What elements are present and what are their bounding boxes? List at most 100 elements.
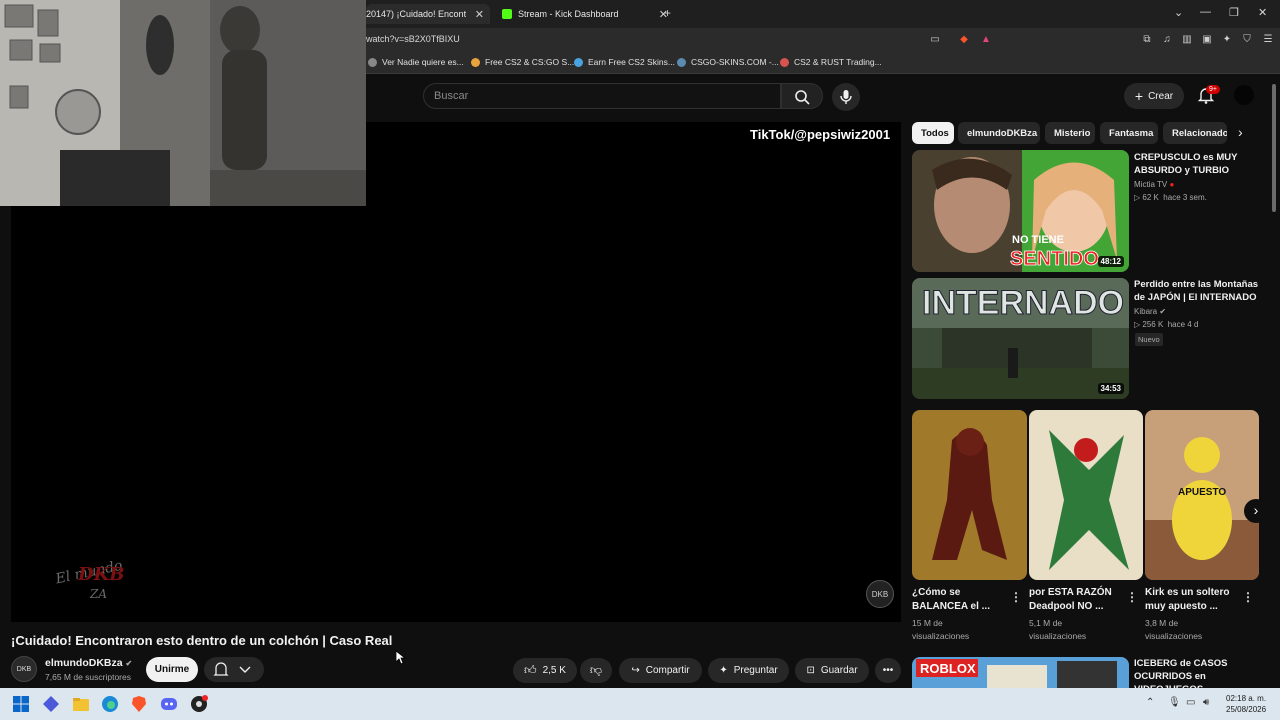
channel-text: Kibara — [1134, 307, 1158, 316]
join-button[interactable]: Unirme — [146, 657, 198, 682]
app-icon[interactable] — [42, 695, 60, 713]
chip-misterio[interactable]: Misterio — [1045, 122, 1095, 144]
bookmark-item[interactable]: CS2 & RUST Trading... — [780, 57, 882, 67]
scrollbar-thumb[interactable] — [1272, 84, 1276, 212]
age-text: hace 3 sem. — [1163, 193, 1207, 202]
system-clock[interactable]: 02:18 a. m. 25/08/2026 — [1226, 693, 1266, 715]
recommended-title[interactable]: ICEBERG de CASOS OCURRIDOS en VIDEOJUEGO… — [1134, 657, 1264, 688]
recommended-title[interactable]: CREPUSCULO es MUY ABSURDO y TURBIO — [1134, 151, 1264, 177]
short-thumbnail[interactable] — [912, 410, 1027, 580]
close-window-icon[interactable]: ✕ — [1258, 6, 1267, 19]
logo-text: DKB — [77, 564, 124, 585]
wallet-icon[interactable]: ▣ — [1201, 34, 1213, 46]
chip-channel[interactable]: elmundoDKBza — [958, 122, 1040, 144]
channel-name[interactable]: elmundoDKBza ✔ — [45, 657, 132, 669]
tab-youtube-video[interactable]: 20147) ¡Cuidado! Encontraro ✕ — [366, 4, 490, 24]
recommended-thumbnail[interactable]: INTERNADO 34:53 — [912, 278, 1129, 399]
short-thumbnail[interactable] — [1029, 410, 1143, 580]
age-text: hace 4 d — [1167, 320, 1199, 329]
edge-icon[interactable] — [101, 695, 119, 713]
recommended-title[interactable]: Perdido entre las Montañas de JAPÓN | El… — [1134, 278, 1264, 304]
create-button[interactable]: + Crear — [1124, 83, 1184, 109]
minimize-icon[interactable]: — — [1200, 6, 1211, 18]
clock-time: 02:18 a. m. — [1226, 694, 1267, 703]
close-tab-icon[interactable]: ✕ — [475, 8, 484, 21]
volume-icon[interactable]: 🔊︎ — [1203, 697, 1209, 708]
share-button[interactable]: ↪ Compartir — [619, 658, 702, 683]
views-text: 5,1 M de — [1029, 618, 1063, 628]
tray-overflow-icon[interactable]: ⌃ — [1146, 697, 1154, 708]
media-icon[interactable]: ♫ — [1161, 34, 1173, 46]
thumbs-up-icon: 👍︎ — [524, 663, 537, 677]
recommended-channel[interactable]: Kibara ✔ — [1134, 306, 1166, 318]
search-input[interactable]: Buscar — [423, 83, 781, 109]
leo-ai-icon[interactable]: ✦ — [1221, 34, 1233, 46]
search-button[interactable] — [781, 83, 823, 109]
bookmark-item[interactable]: Free CS2 & CS:GO S... — [471, 57, 574, 67]
clock-date: 25/08/2026 — [1226, 705, 1267, 714]
obs-icon[interactable] — [190, 695, 208, 713]
bookmark-item[interactable]: Ver Nadie quiere es... — [368, 57, 464, 67]
bookmark-icon — [780, 57, 789, 67]
dislike-button[interactable]: 👎︎ — [580, 658, 612, 683]
join-label: Unirme — [154, 664, 190, 675]
video-title: ¡Cuidado! Encontraron esto dentro de un … — [11, 633, 393, 648]
thumbs-down-icon: 👎︎ — [589, 663, 603, 677]
short-title[interactable]: ¿Cómo se BALANCEA el ... — [912, 586, 1002, 614]
chip-fantasma[interactable]: Fantasma — [1100, 122, 1158, 144]
like-button[interactable]: 👍︎ 2,5 K — [513, 658, 577, 683]
brave-shield-icon[interactable]: ◆ — [958, 34, 970, 46]
chip-label: Todos — [921, 127, 949, 139]
recommended-channel[interactable]: Mictia TV ● — [1134, 179, 1174, 191]
new-tab-icon[interactable]: + — [664, 6, 671, 20]
extensions-icon[interactable]: ⧉ — [1141, 34, 1153, 46]
network-icon[interactable]: ▭ — [1186, 697, 1195, 708]
thumbnail-text: ROBLOX — [920, 661, 976, 676]
menu-icon[interactable]: ☰ — [1262, 34, 1274, 46]
recommended-thumbnail[interactable]: NO TIENE SENTIDO 48:12 — [912, 150, 1129, 272]
voice-search-button[interactable] — [832, 83, 860, 111]
subscription-notifications-button[interactable] — [204, 657, 264, 682]
file-explorer-icon[interactable] — [72, 695, 90, 713]
svg-text:SENTIDO: SENTIDO — [1010, 248, 1099, 270]
ask-button[interactable]: ✦ Preguntar — [708, 658, 789, 683]
url-field[interactable]: watch?v=sB2X0TfBIXU — [366, 34, 460, 44]
brave-icon[interactable] — [130, 695, 148, 713]
views-text: 15 M de — [912, 618, 943, 628]
more-vertical-icon[interactable]: ⋮ — [1242, 590, 1254, 604]
more-horizontal-icon: ••• — [882, 665, 894, 676]
short-title[interactable]: Kirk es un soltero muy apuesto ... — [1145, 586, 1235, 614]
discord-icon[interactable] — [160, 695, 178, 713]
microphone-icon[interactable]: 🎙︎ — [1168, 697, 1181, 708]
channel-avatar[interactable]: DKB — [11, 656, 37, 682]
bookmark-label: Free CS2 & CS:GO S... — [485, 57, 575, 67]
tab-kick-dashboard[interactable]: Stream - Kick Dashboard ✕ — [496, 4, 676, 24]
short-title[interactable]: por ESTA RAZÓN Deadpool NO ... — [1029, 586, 1119, 614]
channel-branding-watermark[interactable]: DKB — [866, 580, 894, 608]
vpn-icon[interactable]: ⛉ — [1241, 34, 1253, 46]
recommended-thumbnail[interactable]: ROBLOX — [912, 657, 1129, 688]
maximize-icon[interactable]: ❐ — [1229, 6, 1239, 19]
windows-start-icon[interactable] — [12, 695, 30, 713]
cast-icon[interactable]: ▭ — [929, 34, 941, 46]
chip-relacionado[interactable]: Relacionado — [1163, 122, 1227, 144]
channel-avatar-text: DKB — [16, 665, 32, 673]
create-label: Crear — [1148, 90, 1174, 102]
more-vertical-icon[interactable]: ⋮ — [1010, 590, 1022, 604]
shorts-next-icon[interactable]: › — [1244, 499, 1268, 523]
save-button[interactable]: ⊡ Guardar — [795, 658, 869, 683]
bookmark-item[interactable]: Earn Free CS2 Skins... — [574, 57, 675, 67]
more-vertical-icon[interactable]: ⋮ — [1126, 590, 1138, 604]
plus-icon: + — [1134, 88, 1144, 104]
chips-next-icon[interactable]: › — [1238, 124, 1243, 140]
brave-rewards-icon[interactable]: ▲ — [980, 34, 992, 46]
short-thumbnail[interactable]: APUESTO — [1145, 410, 1259, 580]
bookmark-icon — [368, 57, 377, 67]
chip-todos[interactable]: Todos — [912, 122, 954, 144]
bookmark-item[interactable]: CSGO-SKINS.COM -... — [677, 57, 779, 67]
sidebar-icon[interactable]: ▥ — [1181, 34, 1193, 46]
more-actions-button[interactable]: ••• — [875, 658, 901, 683]
tab-search-chevron-icon[interactable]: ⌄ — [1174, 6, 1183, 19]
account-avatar[interactable] — [1234, 85, 1254, 105]
search-placeholder: Buscar — [434, 90, 469, 102]
